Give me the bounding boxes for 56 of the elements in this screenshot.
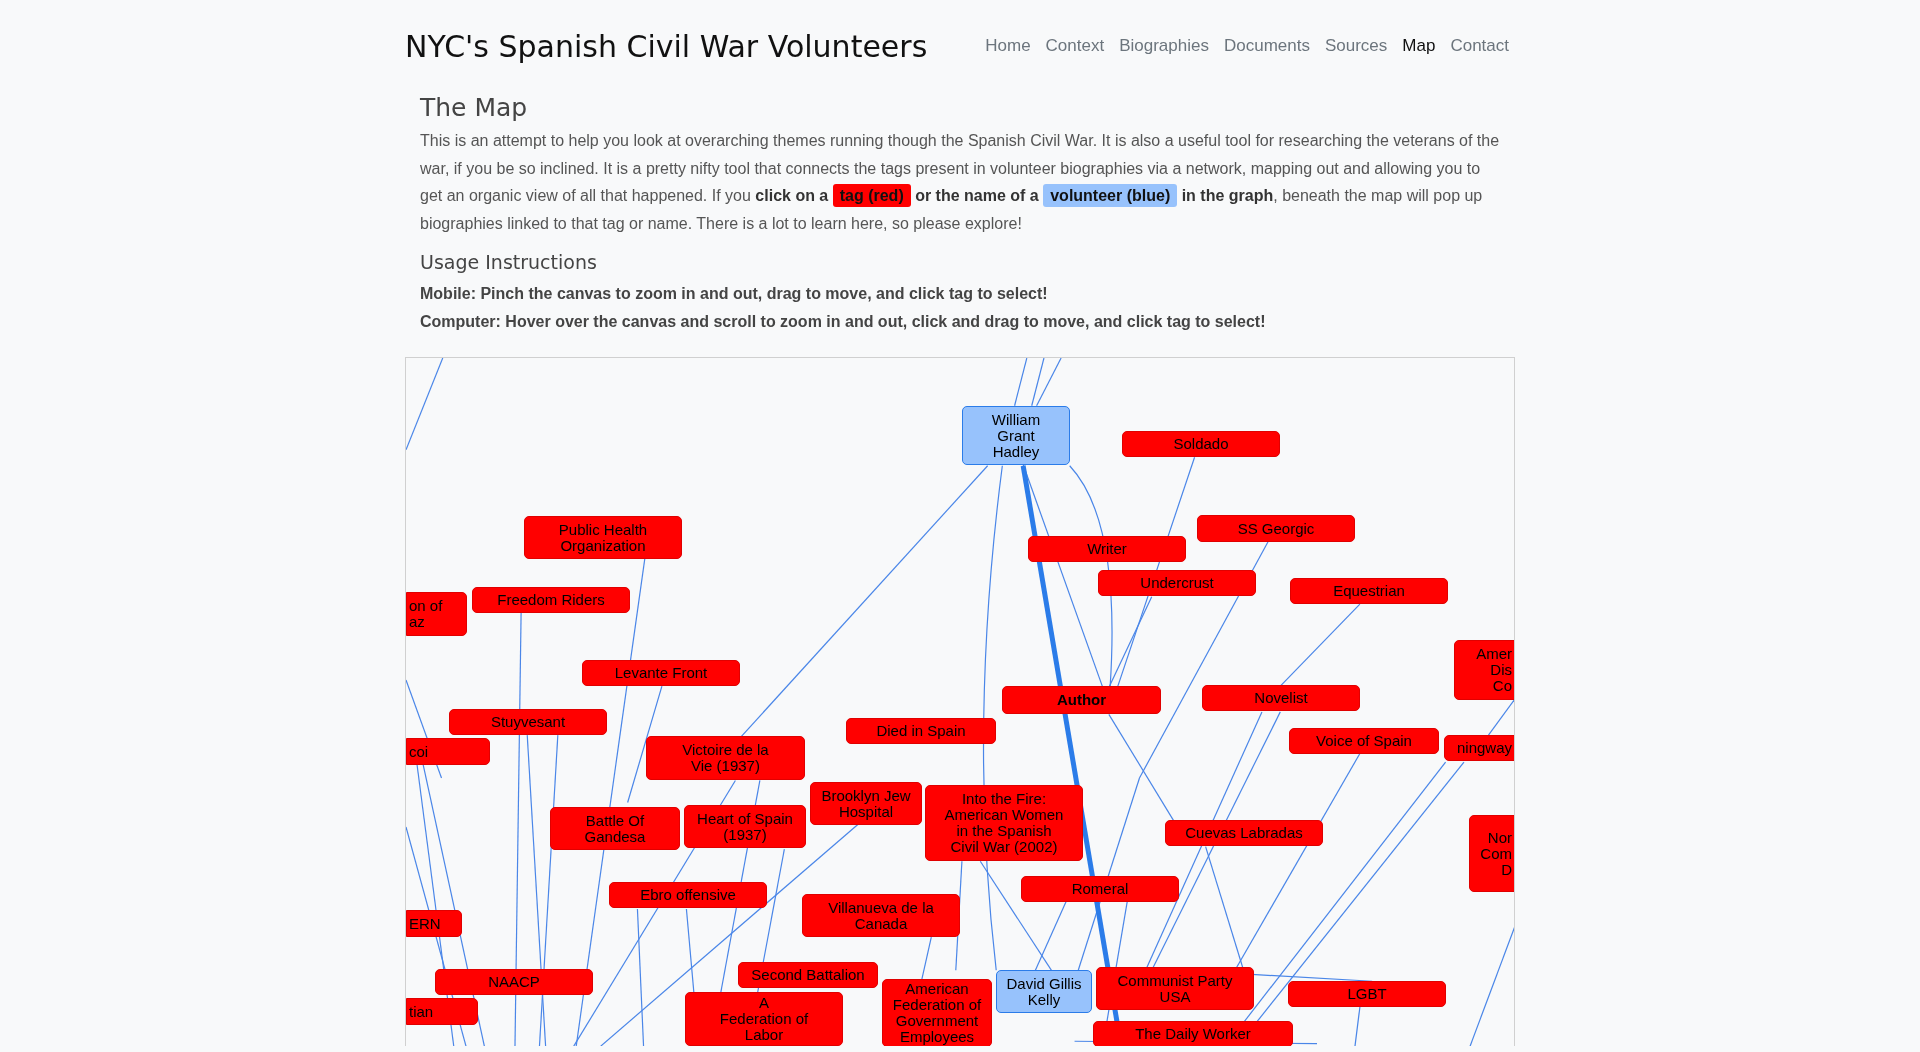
nav-link[interactable]: Map	[1402, 36, 1436, 56]
usage-instruction: Computer: Hover over the canvas and scroll to zoom in and out, click and drag to move, and click tag to select!	[420, 311, 1267, 332]
tag-node[interactable]: The Daily Worker	[1093, 1021, 1293, 1046]
network-edge	[1487, 697, 1514, 736]
tag-node[interactable]: Nor Com D	[1469, 815, 1514, 892]
nav-link[interactable]: Sources	[1324, 36, 1388, 56]
network-edge	[1014, 358, 1028, 407]
tag-node[interactable]: Stuyvesant	[449, 709, 607, 735]
tag-node[interactable]: Undercrust	[1098, 570, 1256, 596]
page-heading: The Map	[420, 92, 529, 124]
usage-heading: Usage Instructions	[420, 250, 598, 275]
tag-node[interactable]: Brooklyn Jew Hospital	[810, 782, 922, 825]
tag-node[interactable]: SS Georgic	[1197, 515, 1355, 542]
tag-node[interactable]: Public Health Organization	[524, 516, 682, 559]
tag-node[interactable]: Voice of Spain	[1289, 728, 1439, 754]
network-canvas[interactable]	[405, 357, 1515, 1046]
tag-node[interactable]: Second Battalion	[738, 962, 878, 988]
tag-node[interactable]: Novelist	[1202, 685, 1360, 711]
tag-node[interactable]: Amer Dis Co	[1454, 640, 1514, 700]
nav-link[interactable]: Documents	[1223, 36, 1310, 56]
nav-link[interactable]: Home	[985, 36, 1031, 56]
tag-node[interactable]: ERN	[406, 910, 462, 937]
volunteer-node[interactable]: David Gillis Kelly	[996, 970, 1092, 1013]
tag-node[interactable]: Victoire de la Vie (1937)	[646, 736, 805, 780]
tag-node[interactable]: on of az	[406, 592, 467, 636]
tag-node[interactable]: Levante Front	[582, 660, 740, 686]
tag-node[interactable]: Cuevas Labradas	[1165, 820, 1323, 846]
tag-node[interactable]: Villanueva de la Canada	[802, 894, 960, 937]
tag-node[interactable]: Heart of Spain (1937)	[684, 805, 806, 848]
nav-link[interactable]: Contact	[1450, 36, 1509, 56]
tag-node[interactable]: Died in Spain	[846, 718, 996, 744]
tag-node[interactable]: Freedom Riders	[472, 587, 630, 613]
tag-node[interactable]: Equestrian	[1290, 578, 1448, 604]
tag-node[interactable]: A Federation of Labor	[685, 992, 843, 1046]
tag-node[interactable]: tian	[406, 998, 478, 1025]
usage-instruction: Mobile: Pinch the canvas to zoom in and out, drag to move, and click tag to select!	[420, 284, 1049, 304]
tag-node[interactable]: ningway	[1444, 735, 1514, 761]
nav-link[interactable]: Biographies	[1119, 36, 1209, 56]
site-title[interactable]: NYC's Spanish Civil War Volunteers	[405, 28, 928, 64]
tag-legend: tag (red)	[832, 184, 911, 207]
tag-node[interactable]: coi	[406, 738, 490, 765]
volunteer-legend: volunteer (blue)	[1043, 184, 1178, 207]
tag-node[interactable]: Ebro offensive	[609, 882, 767, 908]
nav-link[interactable]: Context	[1045, 36, 1105, 56]
tag-node[interactable]: LGBT	[1288, 981, 1446, 1007]
tag-node[interactable]: American Federation of Government Employees	[882, 979, 992, 1046]
tag-node[interactable]: NAACP	[435, 969, 593, 995]
tag-node[interactable]: Into the Fire: American Women in the Spanish Civil War (2002)	[925, 785, 1083, 861]
tag-node[interactable]: Romeral	[1021, 876, 1179, 902]
tag-node[interactable]: Author	[1002, 686, 1161, 714]
tag-node[interactable]: Communist Party USA	[1096, 967, 1254, 1010]
tag-node[interactable]: Battle Of Gandesa	[550, 807, 680, 850]
volunteer-node[interactable]: William Grant Hadley	[962, 406, 1070, 465]
intro-paragraph: This is an attempt to help you look at overarching themes running though the Spanish Civil War. It is also a useful tool for researching the veterans of the war, if you be so inclined. It is a pretty nifty tool that connects the tags present in volunteer biographies via a network, mapping out and allowing you to get an organic view of all that happened. If you click on a tag (red) or the name of a volunteer (blue) in the graph, beneath the map will pop up biographies linked to that tag or name. There is a lot to learn here, so please explore!	[420, 131, 1500, 234]
tag-node[interactable]: Writer	[1028, 536, 1186, 562]
tag-node[interactable]: Soldado	[1122, 431, 1280, 457]
